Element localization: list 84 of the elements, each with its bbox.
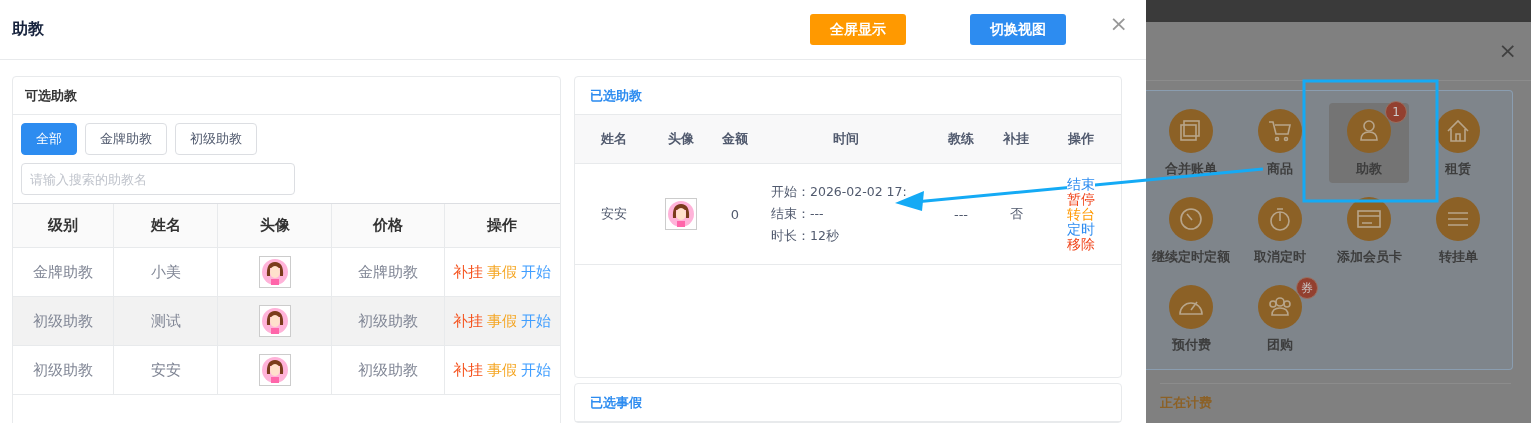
house-icon: [1436, 109, 1480, 153]
table-cell: 安安: [114, 346, 218, 394]
function-item[interactable]: 预付费: [1151, 279, 1231, 359]
table-cell-text: 安安: [600, 205, 628, 223]
column-header: 头像: [218, 204, 332, 247]
table-cell: 金牌助教: [332, 248, 445, 296]
item-label: 商品: [1267, 161, 1293, 178]
fullscreen-button[interactable]: 全屏显示: [809, 14, 906, 45]
action-link[interactable]: 开始: [521, 360, 551, 380]
close-button[interactable]: ×: [1498, 40, 1517, 62]
action-link[interactable]: 补挂: [453, 360, 483, 380]
column-header: 操作: [1067, 130, 1095, 148]
card-icon: [1347, 197, 1391, 241]
function-item[interactable]: 合并账单: [1151, 103, 1231, 183]
time-line: 结束：---: [771, 205, 824, 223]
filter-tab[interactable]: 金牌助教: [85, 123, 167, 155]
function-item[interactable]: 添加会员卡: [1329, 191, 1409, 271]
action-link[interactable]: 事假: [487, 311, 517, 331]
item-label: 租赁: [1445, 161, 1471, 178]
table-cell: 初级助教: [13, 346, 114, 394]
gauge-icon: [1169, 285, 1213, 329]
avatar-icon: [258, 305, 291, 337]
item-label: 取消定时: [1254, 249, 1306, 266]
table-cell: 金牌助教: [13, 248, 114, 296]
column-header: 头像: [667, 130, 695, 148]
cart-icon: [1258, 109, 1302, 153]
table-cell-text: 0: [729, 205, 741, 224]
action-link[interactable]: 开始: [521, 311, 551, 331]
column-header: 价格: [332, 204, 445, 247]
menu-icon: [1436, 197, 1480, 241]
badge: 券: [1296, 277, 1318, 299]
table-cell: 初级助教: [13, 297, 114, 345]
function-item[interactable]: 转挂单: [1418, 191, 1498, 271]
column-header: 级别: [13, 204, 114, 247]
table-cell: 小美: [114, 248, 218, 296]
function-item[interactable]: 商品: [1240, 103, 1320, 183]
action-link[interactable]: 事假: [487, 262, 517, 282]
action-link[interactable]: 事假: [487, 360, 517, 380]
table-cell: 初级助教: [332, 297, 445, 345]
column-header: 金额: [721, 130, 749, 148]
column-header: 时间: [832, 130, 860, 148]
copy-icon: [1169, 109, 1213, 153]
action-link[interactable]: 结束: [1067, 176, 1095, 192]
table-cell-text: 否: [1008, 205, 1024, 223]
function-item[interactable]: 继续定时定额: [1151, 191, 1231, 271]
action-link[interactable]: 补挂: [453, 311, 483, 331]
item-label: 团购: [1267, 337, 1293, 354]
timer-icon: [1169, 197, 1213, 241]
table-cell: 初级助教: [332, 346, 445, 394]
table-cell: 测试: [114, 297, 218, 345]
panel-title: 已选事假: [575, 384, 1121, 422]
close-button[interactable]: ×: [1109, 12, 1128, 35]
avatar-icon: [258, 256, 291, 288]
dialog-title: 助教: [12, 19, 44, 40]
filter-tab[interactable]: 初级助教: [175, 123, 257, 155]
switch-view-button[interactable]: 切换视图: [969, 14, 1066, 45]
item-label: 继续定时定额: [1152, 249, 1230, 266]
item-label: 转挂单: [1438, 249, 1478, 266]
column-header: 教练: [947, 130, 975, 148]
item-label: 预付费: [1171, 337, 1211, 354]
action-link[interactable]: 补挂: [453, 262, 483, 282]
column-header: 操作: [486, 215, 518, 236]
column-header: 姓名: [114, 204, 218, 247]
item-label: 添加会员卡: [1336, 249, 1402, 266]
table-cell-text: ---: [952, 205, 970, 224]
group-icon: [1258, 285, 1302, 329]
action-link[interactable]: 开始: [521, 262, 551, 282]
function-item[interactable]: 取消定时: [1240, 191, 1320, 271]
stopwatch-icon: [1258, 197, 1302, 241]
person-icon: [1347, 109, 1391, 153]
filter-tab[interactable]: 全部: [21, 123, 77, 155]
panel-title: 可选助教: [13, 77, 560, 115]
badge: 1: [1385, 101, 1407, 123]
avatar-icon: [258, 354, 291, 386]
column-header: 补挂: [1002, 130, 1030, 148]
search-field[interactable]: 请输入搜索的助教名: [21, 163, 295, 195]
time-line: 开始：2026-02-02 17:: [771, 183, 907, 201]
item-label: 合并账单: [1165, 161, 1217, 178]
function-item[interactable]: 券 团购: [1240, 279, 1320, 359]
time-line: 时长：12秒: [771, 227, 839, 245]
status-text: 正在计费: [1160, 383, 1511, 412]
function-item[interactable]: 租赁: [1418, 103, 1498, 183]
avatar-icon: [665, 198, 697, 230]
column-header: 姓名: [600, 130, 628, 148]
